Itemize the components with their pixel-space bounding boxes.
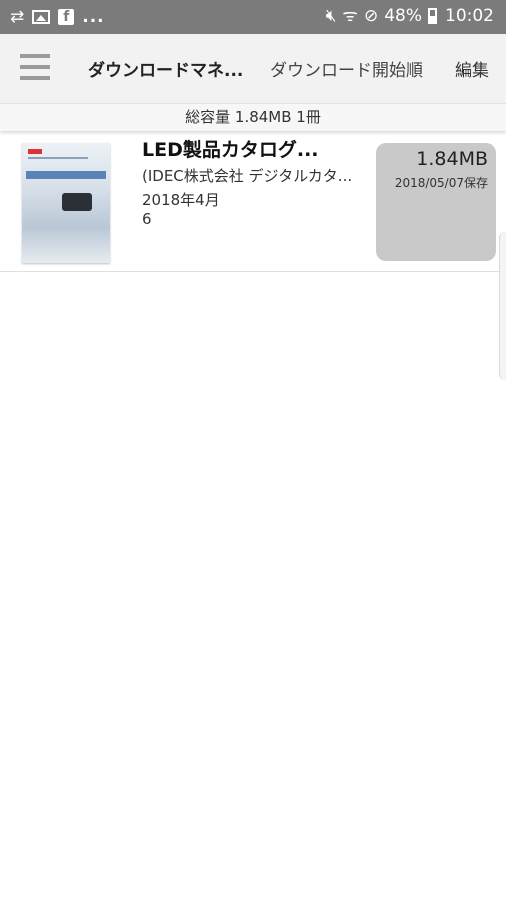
- sort-button[interactable]: ダウンロード開始順: [270, 56, 423, 81]
- page-title: ダウンロードマネ...: [88, 61, 244, 81]
- status-bar: ⇄ f ... 🔇︎ ᯤ ⊘ 48% 10:02: [0, 0, 506, 34]
- menu-icon[interactable]: [20, 54, 50, 82]
- item-title: LED製品カタログ...: [142, 139, 319, 161]
- edit-button[interactable]: 編集: [455, 56, 489, 81]
- status-bar-left: ⇄ f ...: [10, 7, 105, 27]
- item-date: 2018年4月: [142, 191, 220, 209]
- size-badge: 1.84MB 2018/05/07保存: [376, 143, 496, 261]
- image-icon: [32, 10, 51, 24]
- item-volume: 6: [142, 210, 152, 228]
- list-item[interactable]: LED製品カタログ... (IDEC株式会社 デジタルカタ... 2018年4月…: [0, 131, 506, 272]
- mute-icon: 🔇︎: [325, 6, 337, 26]
- facebook-icon: f: [58, 9, 75, 25]
- edge-panel-handle[interactable]: [499, 232, 506, 380]
- item-publisher: (IDEC株式会社 デジタルカタ...: [142, 167, 353, 185]
- file-size: 1.84MB: [416, 148, 488, 170]
- wifi-icon: ᯤ: [342, 6, 358, 26]
- more-notifications: ...: [82, 7, 105, 27]
- brand-logo-icon: [28, 149, 42, 154]
- battery-percent: 48%: [384, 6, 422, 26]
- saved-date: 2018/05/07保存: [394, 176, 488, 190]
- battery-icon: [428, 8, 437, 24]
- dnd-icon: ⊘: [363, 6, 379, 26]
- sync-icon: ⇄: [10, 7, 25, 27]
- status-bar-right: 🔇︎ ᯤ ⊘ 48% 10:02: [326, 6, 494, 26]
- lamp-image: [62, 193, 92, 211]
- clock: 10:02: [445, 6, 494, 26]
- total-size-summary: 総容量 1.84MB 1冊: [0, 104, 506, 131]
- catalog-thumbnail: [22, 143, 110, 263]
- app-bar: ダウンロードマネ... ダウンロード開始順 編集: [0, 34, 506, 104]
